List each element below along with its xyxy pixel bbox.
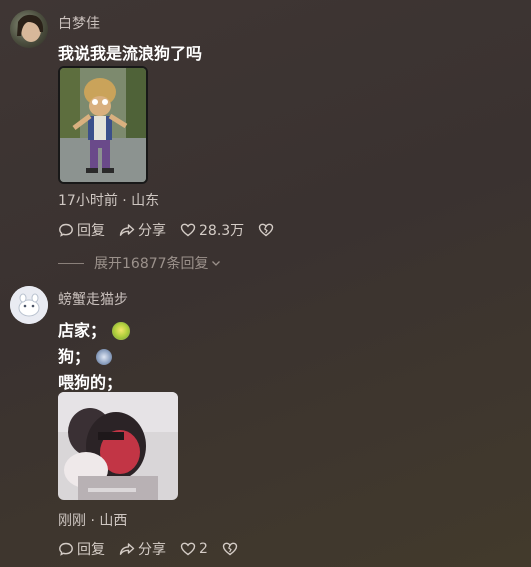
comment-line-text: 店家；	[58, 321, 107, 340]
share-arrow-icon	[119, 224, 135, 236]
heart-icon	[180, 223, 196, 237]
avatar[interactable]	[10, 10, 48, 48]
share-label: 分享	[138, 542, 166, 558]
reply-button[interactable]: 回复	[58, 220, 105, 240]
comment-line-text: 狗；	[58, 347, 91, 366]
avatar[interactable]	[10, 286, 48, 324]
comment-actions: 回复 分享 28.3万	[58, 220, 291, 240]
reply-label: 回复	[77, 223, 105, 239]
share-button[interactable]: 分享	[119, 539, 166, 559]
comment-image-sticker[interactable]	[58, 66, 148, 184]
dislike-button[interactable]	[258, 222, 277, 238]
comment-bubble-icon	[59, 542, 73, 556]
like-button[interactable]: 2	[180, 541, 208, 557]
username[interactable]: 螃蟹走猫步	[58, 289, 128, 309]
share-button[interactable]: 分享	[119, 220, 166, 240]
broken-heart-icon	[258, 223, 274, 237]
expand-replies-button[interactable]: 展开16877条回复	[58, 253, 221, 273]
like-count: 28.3万	[199, 223, 245, 239]
like-count: 2	[199, 541, 208, 557]
comment-bubble-icon	[59, 223, 73, 237]
broken-heart-icon	[222, 542, 238, 556]
comment-meta: 刚刚 · 山西	[58, 513, 128, 529]
shop-emoji-icon	[112, 322, 131, 340]
dog-emoji-icon	[96, 349, 113, 365]
comment-line: 店家；	[58, 318, 131, 344]
comment-actions: 回复 分享 2	[58, 539, 255, 559]
expand-replies-label: 展开16877条回复	[94, 256, 209, 272]
chevron-down-icon	[211, 261, 220, 266]
comment-line: 狗；	[58, 344, 130, 370]
like-button[interactable]: 28.3万	[180, 220, 244, 240]
username[interactable]: 白梦佳	[58, 13, 100, 33]
comment-text: 我说我是流浪狗了吗	[58, 44, 203, 63]
dislike-button[interactable]	[222, 541, 241, 557]
share-arrow-icon	[119, 543, 135, 555]
comment-text: 店家； 狗； 喂狗的；	[58, 318, 131, 396]
reply-label: 回复	[77, 542, 105, 558]
comment-meta: 17小时前 · 山东	[58, 193, 160, 209]
divider	[58, 262, 84, 264]
share-label: 分享	[138, 223, 166, 239]
comment-image-photo[interactable]	[58, 392, 178, 500]
reply-button[interactable]: 回复	[58, 539, 105, 559]
heart-icon	[180, 542, 196, 556]
